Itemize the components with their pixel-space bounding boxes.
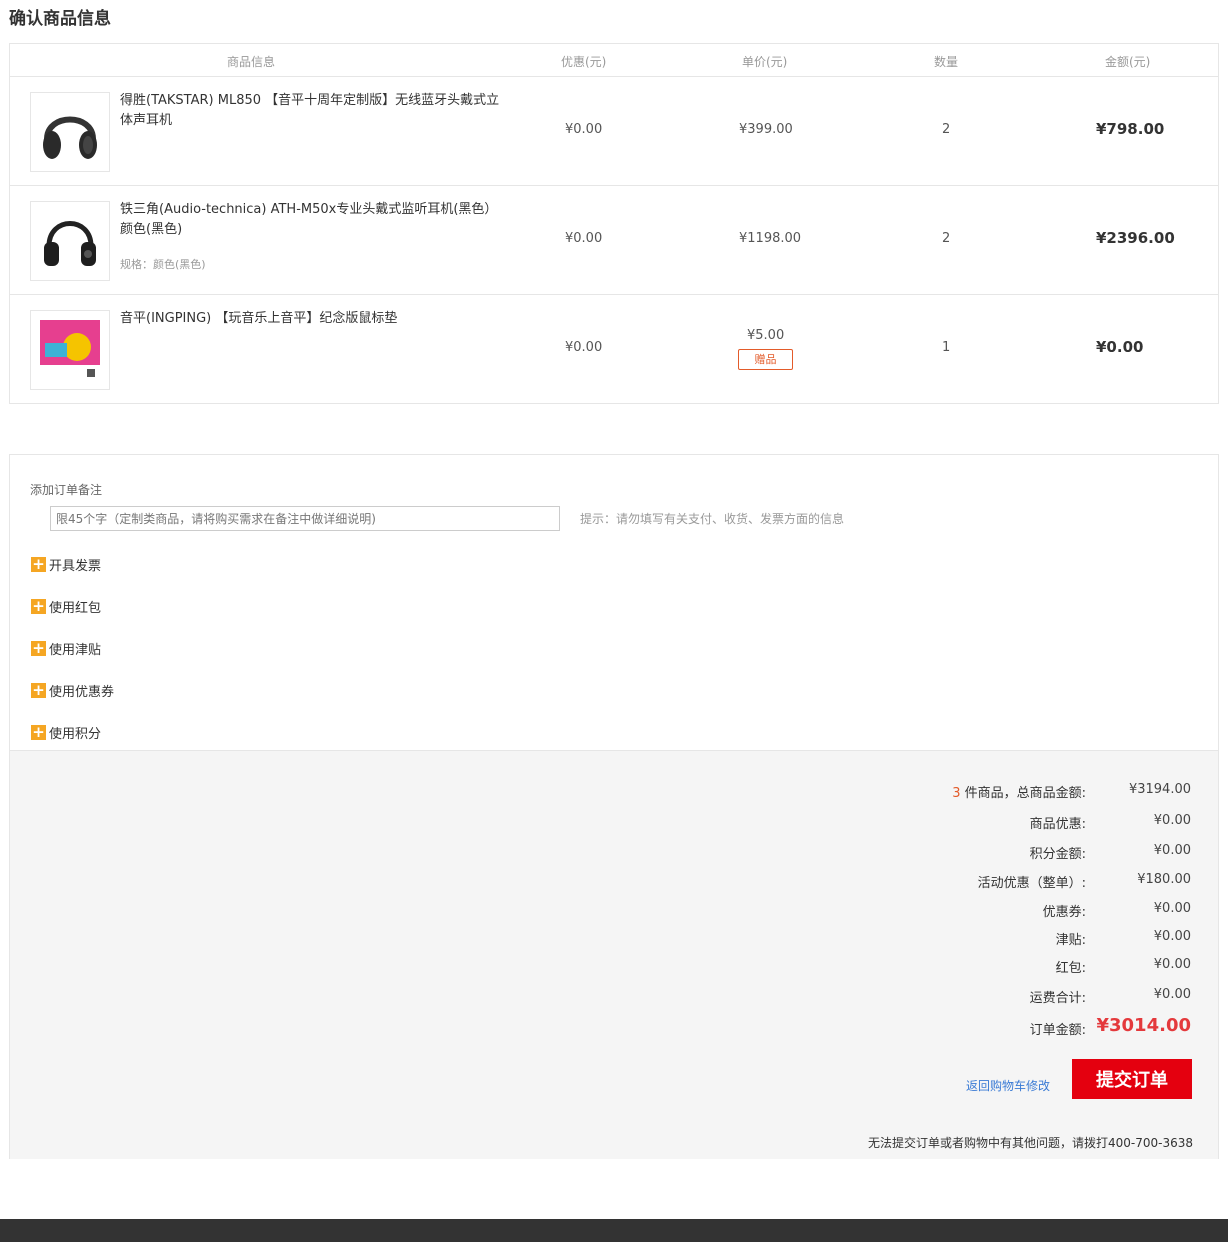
help-text: 无法提交订单或者购物中有其他问题，请拨打400-700-3638 bbox=[867, 1136, 1193, 1150]
plus-icon[interactable]: + bbox=[31, 640, 46, 656]
option-coupon[interactable]: + 使用优惠券 bbox=[31, 682, 115, 700]
quantity: 1 bbox=[942, 340, 951, 355]
option-invoice[interactable]: + 开具发票 bbox=[31, 556, 102, 574]
order-options-panel: 添加订单备注 提示：请勿填写有关支付、收货、发票方面的信息 + 开具发票 + 使… bbox=[9, 454, 1219, 1159]
product-thumbnail[interactable] bbox=[30, 201, 110, 281]
unit-price: ¥399.00 bbox=[739, 122, 793, 137]
goods-table: 商品信息 优惠(元) 单价(元) 数量 金额(元) 得胜(TAKSTAR) ML… bbox=[9, 43, 1219, 404]
plus-icon[interactable]: + bbox=[31, 556, 46, 572]
count-suffix: 件商品，总商品金额: bbox=[960, 786, 1086, 801]
header-info: 商品信息 bbox=[227, 55, 276, 69]
order-summary: 3 件商品，总商品金额: ¥3194.00 商品优惠: ¥0.00 积分金额: … bbox=[10, 750, 1218, 1159]
header-price: 单价(元) bbox=[742, 55, 788, 69]
header-qty: 数量 bbox=[934, 55, 959, 69]
submit-order-button[interactable]: 提交订单 bbox=[1072, 1059, 1192, 1099]
option-label: 使用红包 bbox=[49, 600, 102, 616]
amount: ¥2396.00 bbox=[1096, 229, 1175, 247]
amount: ¥0.00 bbox=[1096, 338, 1144, 356]
quantity: 2 bbox=[942, 122, 951, 137]
product-thumbnail[interactable] bbox=[30, 92, 110, 172]
page-title: 确认商品信息 bbox=[9, 9, 111, 29]
mousepad-icon bbox=[40, 320, 100, 380]
plus-icon[interactable]: + bbox=[31, 724, 46, 740]
headphone-icon bbox=[43, 116, 97, 159]
unit-price: ¥5.00 bbox=[747, 328, 785, 343]
option-label: 使用优惠券 bbox=[49, 684, 115, 700]
product-name[interactable]: 铁三角(Audio-technica) ATH-M50x专业头戴式监听耳机(黑色… bbox=[120, 200, 500, 240]
order-total-label: 订单金额: bbox=[1029, 1023, 1086, 1038]
remark-label: 添加订单备注 bbox=[30, 483, 103, 497]
discount-value: ¥0.00 bbox=[565, 122, 603, 137]
back-to-cart-link[interactable]: 返回购物车修改 bbox=[966, 1077, 1050, 1094]
discount-value: ¥0.00 bbox=[565, 231, 603, 246]
header-discount: 优惠(元) bbox=[561, 55, 607, 69]
option-label: 开具发票 bbox=[49, 558, 102, 574]
option-label: 使用津贴 bbox=[49, 642, 102, 658]
header-amount: 金额(元) bbox=[1105, 55, 1151, 69]
option-label: 使用积分 bbox=[49, 726, 102, 742]
unit-price: ¥1198.00 bbox=[739, 231, 802, 246]
table-header: 商品信息 优惠(元) 单价(元) 数量 金额(元) bbox=[10, 44, 1218, 77]
option-allowance[interactable]: + 使用津贴 bbox=[31, 640, 102, 658]
gift-badge: 赠品 bbox=[738, 349, 793, 370]
order-total-value: ¥3014.00 bbox=[1096, 1015, 1191, 1036]
footer-bar bbox=[0, 1219, 1228, 1242]
table-row: 铁三角(Audio-technica) ATH-M50x专业头戴式监听耳机(黑色… bbox=[10, 186, 1218, 295]
quantity: 2 bbox=[942, 231, 951, 246]
headphone-icon bbox=[44, 221, 96, 266]
product-name[interactable]: 得胜(TAKSTAR) ML850 【音平十周年定制版】无线蓝牙头戴式立体声耳机 bbox=[120, 91, 500, 131]
product-spec: 规格：颜色(黑色) bbox=[120, 258, 206, 271]
remark-input[interactable] bbox=[50, 506, 560, 531]
product-name[interactable]: 音平(INGPING) 【玩音乐上音平】纪念版鼠标垫 bbox=[120, 309, 500, 329]
table-row: 得胜(TAKSTAR) ML850 【音平十周年定制版】无线蓝牙头戴式立体声耳机… bbox=[10, 77, 1218, 186]
plus-icon[interactable]: + bbox=[31, 682, 46, 698]
option-points[interactable]: + 使用积分 bbox=[31, 724, 102, 742]
amount: ¥798.00 bbox=[1096, 120, 1165, 138]
option-red-packet[interactable]: + 使用红包 bbox=[31, 598, 102, 616]
plus-icon[interactable]: + bbox=[31, 598, 46, 614]
remark-hint: 提示：请勿填写有关支付、收货、发票方面的信息 bbox=[580, 512, 845, 526]
product-thumbnail[interactable] bbox=[30, 310, 110, 390]
discount-value: ¥0.00 bbox=[565, 340, 603, 355]
table-row: 音平(INGPING) 【玩音乐上音平】纪念版鼠标垫 ¥0.00 ¥5.00 赠… bbox=[10, 295, 1218, 403]
goods-total-value: ¥3194.00 bbox=[1128, 782, 1191, 797]
